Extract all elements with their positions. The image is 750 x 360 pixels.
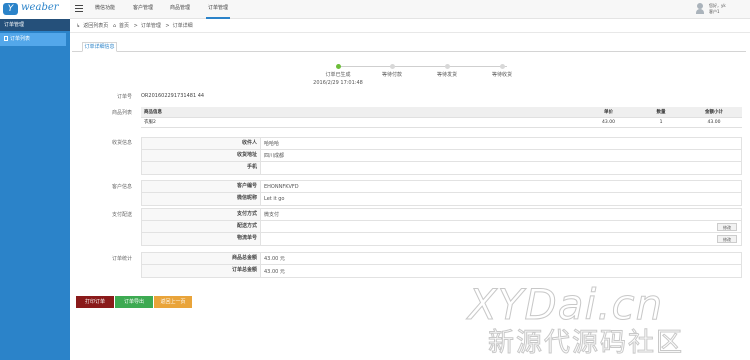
payment-row: 物流单号 修改 [142,233,741,245]
tracking-no-key: 物流单号 [142,233,261,245]
step-label-3: 等待发货 [436,72,457,78]
nav-orders[interactable]: 订单管理 [206,0,231,19]
back-arrow-icon[interactable]: ↳ [76,23,80,29]
export-order-button[interactable]: 订单导出 [115,296,153,308]
nav-products[interactable]: 商品管理 [168,0,192,19]
logo-text: weaber [21,2,59,13]
goods-total-key: 商品总金额 [142,253,261,264]
nav-wechat[interactable]: 微信功能 [93,0,117,19]
receiver-name-key: 收件人 [142,138,261,149]
receiver-grid: 收件人 哈哈哈 收货地址 四川成都 手机 [141,137,742,175]
step-label-4: 等待收货 [491,72,512,78]
customer-id-value: EHONNFKVFD [264,183,299,190]
step-dot-4 [500,64,505,69]
home-icon: ⌂ [112,23,116,29]
tab-order-detail[interactable]: 订单详细信息 [82,42,117,52]
wechat-nick-value: Let it go [264,196,285,202]
back-button[interactable]: 返回上一页 [154,296,192,308]
product-qty: 1 [636,116,686,128]
breadcrumb-sep: > [165,23,170,29]
payment-row: 配送方式 修改 [142,221,741,233]
col-header-price: 单价 [604,109,613,115]
goods-total-value: 43.00 元 [264,256,285,262]
product-subtotal: 43.00 [686,116,742,128]
receiver-section-label: 收货信息 [111,140,132,146]
product-name: 衣服2 [141,116,581,128]
customer-row: 客户编号 EHONNFKVFD [142,181,741,193]
breadcrumb-current: 订单详细 [172,23,193,29]
products-table: 商品信息 单价 数量 金额小计 衣服2 43.00 1 43.00 [141,107,742,128]
pay-method-key: 支付方式 [142,209,261,220]
sidebar-section-title[interactable]: 订单管理 [0,19,70,31]
breadcrumb: ↳ 返回列表页 ⌂ 首页 > 订单管理 > 订单详细 [70,19,750,33]
customer-grid: 客户编号 EHONNFKVFD 微信昵称 Let it go [141,180,742,206]
nav-customers[interactable]: 客户管理 [131,0,155,19]
payment-row: 支付方式 微支付 [142,209,741,221]
col-header-qty: 数量 [656,109,666,115]
sidebar-item-order-list[interactable]: 订单列表 [0,33,66,46]
customer-id-key: 客户编号 [142,181,261,192]
user-role: 客户1 [709,9,720,14]
brand-logo[interactable]: Y weaber [0,0,70,19]
tab-divider [72,51,746,52]
edit-ship-method-button[interactable]: 修改 [717,222,737,231]
step-dot-3 [445,64,450,69]
receiver-name-value: 哈哈哈 [264,141,280,147]
receiver-row: 收货地址 四川成都 [142,150,741,162]
step-dot-2 [390,64,395,69]
order-total-key: 订单总金额 [142,265,261,277]
table-row: 衣服2 43.00 1 43.00 [141,116,742,128]
receiver-address-key: 收货地址 [142,150,261,161]
edit-tracking-button[interactable]: 修改 [717,235,737,243]
menu-toggle-icon[interactable] [75,5,83,13]
order-total-value: 43.00 元 [264,268,285,275]
step-timestamp: 2016/2/29 17:01:48 [313,80,363,86]
customer-row: 微信昵称 Let it go [142,193,741,205]
step-dot-1 [336,64,341,69]
order-number: OR201602291731481 44 [141,93,205,99]
breadcrumb-home[interactable]: 首页 [119,23,129,29]
product-price: 43.00 [581,116,636,128]
totals-row: 商品总金额 43.00 元 [142,253,741,265]
customer-section-label: 客户信息 [111,184,132,190]
sidebar-item-label: 订单列表 [10,36,31,42]
progress-track [338,66,507,67]
wechat-nick-key: 微信昵称 [142,193,261,205]
step-label-2: 等待付款 [381,72,402,78]
list-icon [4,36,8,41]
pay-method-value: 微支付 [264,212,280,218]
receiver-phone-key: 手机 [142,162,261,174]
totals-row: 订单总金额 43.00 元 [142,265,741,277]
user-info[interactable]: 您好，yk 客户1 [709,3,726,15]
breadcrumb-level1[interactable]: 订单管理 [141,23,161,29]
avatar-icon[interactable] [696,3,704,14]
logo-mark: Y [3,3,18,15]
receiver-row: 手机 [142,162,741,174]
print-order-button[interactable]: 打印订单 [76,296,114,308]
col-header-product: 商品信息 [144,109,162,115]
col-header-subtotal: 金额小计 [705,109,723,115]
step-label-1: 订单已生成 [325,72,351,78]
payment-section-label: 支付配送 [111,212,132,218]
breadcrumb-sep: > [133,23,138,29]
order-number-label: 订单号 [116,94,132,100]
totals-section-label: 订单统计 [111,256,132,262]
ship-method-key: 配送方式 [142,221,261,232]
products-section-label: 商品列表 [111,110,132,116]
totals-grid: 商品总金额 43.00 元 订单总金额 43.00 元 [141,252,742,278]
breadcrumb-back-link[interactable]: 返回列表页 [83,23,108,29]
receiver-address-value: 四川成都 [264,153,285,159]
watermark-subtext: 新源代源码社区 [487,328,685,359]
receiver-row: 收件人 哈哈哈 [142,138,741,150]
payment-grid: 支付方式 微支付 配送方式 修改 物流单号 修改 [141,208,742,246]
sidebar [0,0,70,360]
